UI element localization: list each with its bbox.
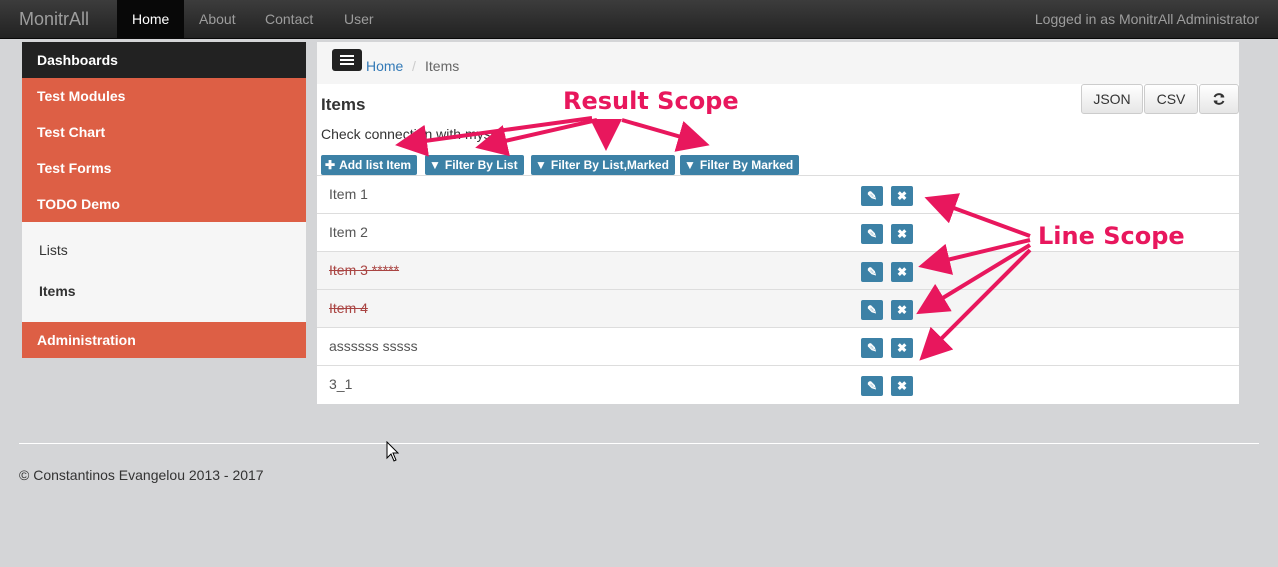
edit-button[interactable]: ✎ bbox=[861, 376, 883, 396]
filter-icon: ▼ bbox=[429, 158, 441, 172]
footer-copyright: © Constantinos Evangelou 2013 - 2017 bbox=[19, 467, 264, 483]
sidebar-header-dashboards[interactable]: Dashboards bbox=[22, 42, 306, 78]
filter-by-list-label: Filter By List bbox=[444, 158, 518, 172]
pencil-icon: ✎ bbox=[866, 341, 878, 355]
nav-user[interactable]: User bbox=[329, 0, 389, 39]
page-description: Check connection with mysql bbox=[321, 126, 502, 142]
brand-logo[interactable]: MonitrAll bbox=[19, 9, 89, 30]
row-label: Item 1 bbox=[329, 186, 368, 202]
sidebar-item-test-forms[interactable]: Test Forms bbox=[22, 150, 306, 186]
filter-icon: ▼ bbox=[535, 158, 547, 172]
filter-by-marked-button[interactable]: ▼ Filter By Marked bbox=[680, 155, 800, 175]
pencil-icon: ✎ bbox=[866, 303, 878, 317]
delete-button[interactable]: ✖ bbox=[891, 376, 913, 396]
table-row: assssss sssss ✎ ✖ bbox=[317, 327, 1239, 365]
nav-home[interactable]: Home bbox=[117, 0, 185, 39]
delete-button[interactable]: ✖ bbox=[891, 186, 913, 206]
row-label: Item 2 bbox=[329, 224, 368, 240]
page-title: Items bbox=[321, 95, 366, 114]
filter-by-marked-label: Filter By Marked bbox=[699, 158, 794, 172]
edit-button[interactable]: ✎ bbox=[861, 224, 883, 244]
sidebar-item-items[interactable]: Items bbox=[22, 271, 306, 312]
add-list-item-button[interactable]: ✚ Add list Item bbox=[321, 155, 418, 175]
row-label: Item 3 ***** bbox=[329, 262, 400, 278]
breadcrumb: Home / Items bbox=[317, 42, 1239, 84]
close-icon: ✖ bbox=[896, 303, 908, 317]
annotation-line-scope: Line Scope bbox=[1038, 222, 1185, 250]
sidebar-item-test-modules[interactable]: Test Modules bbox=[22, 78, 306, 114]
row-label: 3_1 bbox=[329, 376, 353, 392]
delete-button[interactable]: ✖ bbox=[891, 224, 913, 244]
plus-icon: ✚ bbox=[325, 158, 336, 172]
table-row: Item 1 ✎ ✖ bbox=[317, 175, 1239, 213]
edit-button[interactable]: ✎ bbox=[861, 186, 883, 206]
delete-button[interactable]: ✖ bbox=[891, 338, 913, 358]
table-row: Item 4 ✎ ✖ bbox=[317, 289, 1239, 327]
refresh-button[interactable] bbox=[1199, 84, 1239, 114]
sidebar-item-administration[interactable]: Administration bbox=[22, 322, 306, 358]
pencil-icon: ✎ bbox=[866, 189, 878, 203]
top-navbar: MonitrAll Home About Contact User Logged… bbox=[0, 0, 1278, 39]
refresh-icon bbox=[1213, 93, 1225, 105]
mouse-cursor-icon bbox=[386, 441, 400, 462]
table-row: Item 3 ***** ✎ ✖ bbox=[317, 251, 1239, 289]
row-label: assssss sssss bbox=[329, 338, 418, 354]
footer-divider bbox=[19, 443, 1259, 444]
filter-icon: ▼ bbox=[684, 158, 696, 172]
sidebar: Dashboards Test Modules Test Chart Test … bbox=[22, 42, 306, 358]
json-button[interactable]: JSON bbox=[1081, 84, 1143, 114]
row-label: Item 4 bbox=[329, 300, 368, 316]
close-icon: ✖ bbox=[896, 341, 908, 355]
breadcrumb-home-link[interactable]: Home bbox=[366, 58, 403, 74]
pencil-icon: ✎ bbox=[866, 379, 878, 393]
nav-contact[interactable]: Contact bbox=[250, 0, 328, 39]
add-list-item-label: Add list Item bbox=[339, 158, 412, 172]
filter-by-list-button[interactable]: ▼ Filter By List bbox=[425, 155, 524, 175]
filter-by-list-marked-label: Filter By List,Marked bbox=[550, 158, 669, 172]
annotation-result-scope: Result Scope bbox=[563, 87, 739, 115]
sidebar-submenu: Lists Items bbox=[22, 222, 306, 322]
close-icon: ✖ bbox=[896, 379, 908, 393]
close-icon: ✖ bbox=[896, 227, 908, 241]
close-icon: ✖ bbox=[896, 265, 908, 279]
nav-about[interactable]: About bbox=[184, 0, 251, 39]
edit-button[interactable]: ✎ bbox=[861, 300, 883, 320]
breadcrumb-current: Items bbox=[425, 58, 460, 74]
breadcrumb-separator: / bbox=[412, 58, 416, 74]
filter-by-list-marked-button[interactable]: ▼ Filter By List,Marked bbox=[531, 155, 675, 175]
close-icon: ✖ bbox=[896, 189, 908, 203]
sidebar-dashboard-list: Test Modules Test Chart Test Forms TODO … bbox=[22, 78, 306, 222]
table-row: 3_1 ✎ ✖ bbox=[317, 365, 1239, 403]
edit-button[interactable]: ✎ bbox=[861, 262, 883, 282]
menu-toggle-button[interactable] bbox=[332, 49, 362, 71]
sidebar-item-test-chart[interactable]: Test Chart bbox=[22, 114, 306, 150]
edit-button[interactable]: ✎ bbox=[861, 338, 883, 358]
sidebar-item-lists[interactable]: Lists bbox=[22, 230, 306, 271]
delete-button[interactable]: ✖ bbox=[891, 300, 913, 320]
delete-button[interactable]: ✖ bbox=[891, 262, 913, 282]
sidebar-item-todo-demo[interactable]: TODO Demo bbox=[22, 186, 306, 222]
user-status: Logged in as MonitrAll Administrator bbox=[1034, 11, 1259, 27]
pencil-icon: ✎ bbox=[866, 265, 878, 279]
csv-button[interactable]: CSV bbox=[1144, 84, 1198, 114]
pencil-icon: ✎ bbox=[866, 227, 878, 241]
